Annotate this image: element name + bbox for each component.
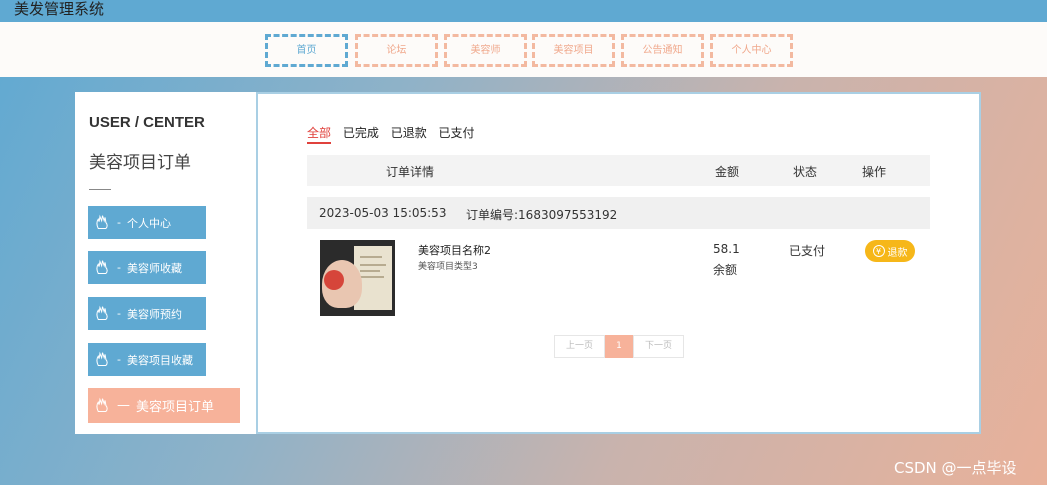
sidebar-item-project-orders[interactable]: — 美容项目订单 <box>88 388 240 423</box>
product-image[interactable] <box>320 240 395 316</box>
sidebar-item-personal-center[interactable]: - 个人中心 <box>88 206 206 239</box>
yen-icon: ¥ <box>872 245 885 257</box>
sidebar-heading: USER / CENTER <box>89 114 205 131</box>
payment-type: 余额 <box>713 263 738 277</box>
sidebar: USER / CENTER 美容项目订单 - 个人中心 - 美容师收藏 - 美容… <box>75 92 256 434</box>
column-amount: 金额 <box>715 165 740 179</box>
order-tabs: 全部 已完成 已退款 已支付 <box>307 124 483 144</box>
tab-refunded[interactable]: 已退款 <box>391 124 427 141</box>
hand-icon <box>96 305 108 320</box>
column-detail: 订单详情 <box>386 165 435 179</box>
hand-icon <box>96 214 108 229</box>
nav-beauty-project[interactable]: 美容项目 <box>532 34 615 67</box>
product-type: 美容项目类型3 <box>418 262 478 272</box>
dash: - <box>117 307 121 320</box>
tab-paid[interactable]: 已支付 <box>439 124 475 141</box>
sidebar-item-label: 个人中心 <box>126 216 171 230</box>
orders-table-header: 订单详情 金额 状态 操作 <box>307 155 930 186</box>
app-title: 美发管理系统 <box>14 0 105 18</box>
product-name[interactable]: 美容项目名称2 <box>418 242 491 258</box>
main-nav: 首页 论坛 美容师 美容项目 公告通知 个人中心 <box>0 22 1047 77</box>
nav-personal-center[interactable]: 个人中心 <box>710 34 793 67</box>
nav-announcement[interactable]: 公告通知 <box>621 34 704 67</box>
column-action: 操作 <box>862 165 887 179</box>
nav-beautician[interactable]: 美容师 <box>444 34 527 67</box>
order-amount: 58.1 <box>713 242 740 256</box>
refund-label: 退款 <box>887 247 908 259</box>
order-info-bar: 2023-05-03 15:05:53 订单编号:1683097553192 <box>307 197 930 229</box>
watermark: CSDN @一点毕设 <box>894 459 1017 477</box>
sidebar-item-label: 美容项目收藏 <box>126 353 193 367</box>
next-page-button[interactable]: 下一页 <box>633 335 684 358</box>
hand-icon <box>96 397 108 412</box>
refund-button[interactable]: ¥ 退款 <box>865 240 915 262</box>
dash: - <box>117 216 121 229</box>
sidebar-divider <box>89 189 111 190</box>
prev-page-button[interactable]: 上一页 <box>554 335 605 358</box>
orders-panel: 全部 已完成 已退款 已支付 订单详情 金额 状态 操作 2023-05-03 … <box>256 92 981 434</box>
nav-forum[interactable]: 论坛 <box>355 34 438 67</box>
sidebar-item-label: 美容师收藏 <box>126 261 182 275</box>
nav-home[interactable]: 首页 <box>265 34 348 67</box>
sidebar-item-label: 美容师预约 <box>126 307 182 321</box>
tab-completed[interactable]: 已完成 <box>343 124 379 141</box>
tab-all[interactable]: 全部 <box>307 124 332 144</box>
sidebar-item-beautician-booking[interactable]: - 美容师预约 <box>88 297 206 330</box>
order-status: 已支付 <box>789 244 826 258</box>
flower-graphic <box>324 270 344 290</box>
column-status: 状态 <box>793 165 818 179</box>
order-row: 美容项目名称2 美容项目类型3 58.1 余额 已支付 ¥ 退款 <box>307 234 930 319</box>
top-bar: 美发管理系统 <box>0 0 1047 22</box>
page-number-current[interactable]: 1 <box>605 335 633 358</box>
sidebar-title: 美容项目订单 <box>89 153 191 173</box>
dash: - <box>117 261 121 274</box>
dash: — <box>117 398 130 413</box>
sidebar-item-project-favorites[interactable]: - 美容项目收藏 <box>88 343 206 376</box>
order-number: 订单编号:1683097553192 <box>466 208 618 222</box>
sidebar-item-label: 美容项目订单 <box>136 400 215 415</box>
order-time: 2023-05-03 15:05:53 <box>319 206 447 220</box>
dash: - <box>117 353 121 366</box>
hand-icon <box>96 351 108 366</box>
sidebar-item-beautician-favorites[interactable]: - 美容师收藏 <box>88 251 206 284</box>
hand-icon <box>96 259 108 274</box>
